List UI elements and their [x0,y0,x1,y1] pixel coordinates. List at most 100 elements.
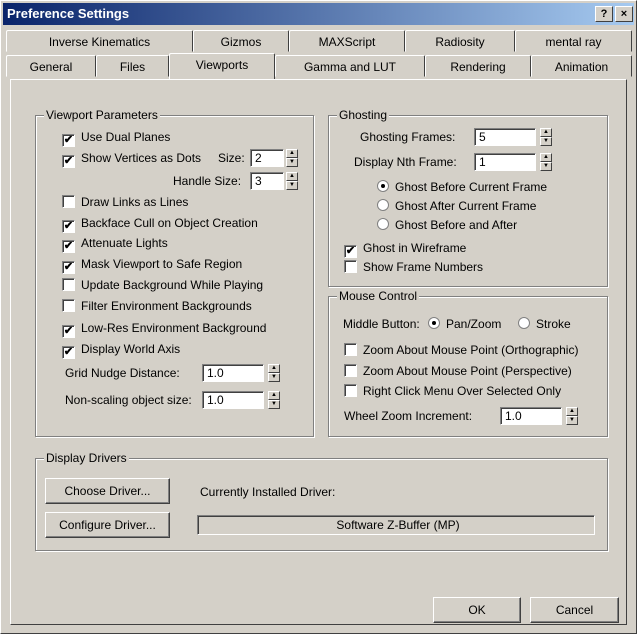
radio-dot [518,317,530,329]
spinner-up-icon[interactable]: ▲ [566,407,578,416]
wheel-zoom-input[interactable]: 1.0 [500,407,562,425]
checkbox-box [62,299,75,312]
spinner-up-icon[interactable]: ▲ [286,172,298,181]
checkbox-box: ✔ [62,155,75,168]
tab-viewports[interactable]: Viewports [169,53,275,79]
show-vertices-checkbox[interactable]: ✔ Show Vertices as Dots [62,151,201,168]
configure-driver-button[interactable]: Configure Driver... [45,512,170,538]
tab-gizmos[interactable]: Gizmos [193,30,289,52]
lowres-env-checkbox[interactable]: ✔ Low-Res Environment Background [62,321,266,338]
grid-nudge-spinner[interactable]: 1.0 ▲ ▼ [202,364,282,382]
panzoom-radio[interactable]: Pan/Zoom [428,317,501,331]
zoom-ortho-checkbox[interactable]: Zoom About Mouse Point (Orthographic) [344,343,578,357]
checkbox-box [62,195,75,208]
size-spinner[interactable]: 2 ▲ ▼ [250,149,300,167]
tab-rendering[interactable]: Rendering [425,55,531,77]
wheel-zoom-label: Wheel Zoom Increment: [344,409,473,423]
spinner-down-icon[interactable]: ▼ [268,400,280,409]
use-dual-planes-checkbox[interactable]: ✔ Use Dual Planes [62,130,170,147]
zoom-ortho-label: Zoom About Mouse Point (Orthographic) [363,343,579,357]
ghosting-label: Ghosting [337,108,390,122]
handle-size-input[interactable]: 3 [250,172,284,190]
nonscaling-spinner[interactable]: 1.0 ▲ ▼ [202,391,282,409]
spinner-up-icon[interactable]: ▲ [286,149,298,158]
spinner-down-icon[interactable]: ▼ [268,373,280,382]
spinner-down-icon[interactable]: ▼ [540,162,552,171]
right-click-checkbox[interactable]: Right Click Menu Over Selected Only [344,384,561,398]
tab-animation[interactable]: Animation [531,55,632,77]
grid-nudge-input[interactable]: 1.0 [202,364,264,382]
zoom-persp-checkbox[interactable]: Zoom About Mouse Point (Perspective) [344,364,572,378]
ghost-wireframe-checkbox[interactable]: ✔ Ghost in Wireframe [344,241,466,258]
update-background-checkbox[interactable]: Update Background While Playing [62,278,263,292]
panzoom-label: Pan/Zoom [446,317,502,331]
tab-mental-ray[interactable]: mental ray [515,30,632,52]
attenuate-lights-label: Attenuate Lights [81,236,168,250]
display-drivers-group: Display Drivers Choose Driver... Configu… [35,451,608,551]
ghost-before-radio[interactable]: Ghost Before Current Frame [377,180,547,194]
preference-settings-window: Preference Settings ? × Inverse Kinemati… [0,0,637,634]
attenuate-lights-checkbox[interactable]: ✔ Attenuate Lights [62,236,168,253]
nonscaling-input[interactable]: 1.0 [202,391,264,409]
draw-links-checkbox[interactable]: Draw Links as Lines [62,195,188,209]
checkbox-box [344,343,357,356]
current-driver-label: Currently Installed Driver: [200,485,336,499]
show-frame-numbers-checkbox[interactable]: Show Frame Numbers [344,260,483,274]
wheel-zoom-spinner[interactable]: 1.0 ▲ ▼ [500,407,582,425]
middle-button-label: Middle Button: [343,317,420,331]
tab-gamma-and-lut[interactable]: Gamma and LUT [275,55,425,77]
checkbox-box: ✔ [62,325,75,338]
ghosting-frames-input[interactable]: 5 [474,128,536,146]
radio-dot [428,317,440,329]
draw-links-label: Draw Links as Lines [81,195,189,209]
show-vertices-label: Show Vertices as Dots [81,151,202,165]
ghost-wireframe-label: Ghost in Wireframe [363,241,467,255]
spinner-up-icon[interactable]: ▲ [268,364,280,373]
tab-maxscript[interactable]: MAXScript [289,30,405,52]
handle-size-spinner[interactable]: 3 ▲ ▼ [250,172,300,190]
spinner-down-icon[interactable]: ▼ [540,137,552,146]
tab-radiosity[interactable]: Radiosity [405,30,515,52]
nonscaling-label: Non-scaling object size: [65,393,192,407]
handle-size-label: Handle Size: [173,174,242,188]
viewport-parameters-group: Viewport Parameters ✔ Use Dual Planes ✔ Sh… [35,108,314,437]
radio-dot [377,218,389,230]
spinner-up-icon[interactable]: ▲ [268,391,280,400]
spinner-down-icon[interactable]: ▼ [566,416,578,425]
display-nth-frame-input[interactable]: 1 [474,153,536,171]
display-world-axis-checkbox[interactable]: ✔ Display World Axis [62,342,180,359]
stroke-radio[interactable]: Stroke [518,317,571,331]
spinner-down-icon[interactable]: ▼ [286,158,298,167]
grid-nudge-label: Grid Nudge Distance: [65,366,180,380]
checkbox-box: ✔ [344,245,357,258]
filter-env-checkbox[interactable]: Filter Environment Backgrounds [62,299,252,313]
display-drivers-label: Display Drivers [44,451,129,465]
spinner-up-icon[interactable]: ▲ [540,128,552,137]
size-input[interactable]: 2 [250,149,284,167]
title-bar[interactable]: Preference Settings ? × [3,3,634,25]
tab-inverse-kinematics[interactable]: Inverse Kinematics [6,30,193,52]
tab-files[interactable]: Files [96,55,169,77]
mask-viewport-checkbox[interactable]: ✔ Mask Viewport to Safe Region [62,257,242,274]
checkbox-box: ✔ [62,134,75,147]
ghost-after-label: Ghost After Current Frame [395,199,537,213]
display-nth-frame-spinner[interactable]: 1 ▲ ▼ [474,153,556,171]
ok-button[interactable]: OK [433,597,521,623]
right-click-label: Right Click Menu Over Selected Only [363,384,562,398]
cancel-button[interactable]: Cancel [530,597,619,623]
ghost-after-radio[interactable]: Ghost After Current Frame [377,199,536,213]
ghosting-frames-spinner[interactable]: 5 ▲ ▼ [474,128,556,146]
ghost-before-label: Ghost Before Current Frame [395,180,548,194]
backface-cull-checkbox[interactable]: ✔ Backface Cull on Object Creation [62,216,258,233]
window-title: Preference Settings [7,6,130,21]
help-button[interactable]: ? [595,6,613,22]
checkbox-box [344,260,357,273]
ghost-both-label: Ghost Before and After [395,218,518,232]
close-button[interactable]: × [615,6,633,22]
tab-general[interactable]: General [6,55,96,77]
choose-driver-button[interactable]: Choose Driver... [45,478,170,504]
spinner-down-icon[interactable]: ▼ [286,181,298,190]
ghost-both-radio[interactable]: Ghost Before and After [377,218,517,232]
radio-dot [377,199,389,211]
spinner-up-icon[interactable]: ▲ [540,153,552,162]
